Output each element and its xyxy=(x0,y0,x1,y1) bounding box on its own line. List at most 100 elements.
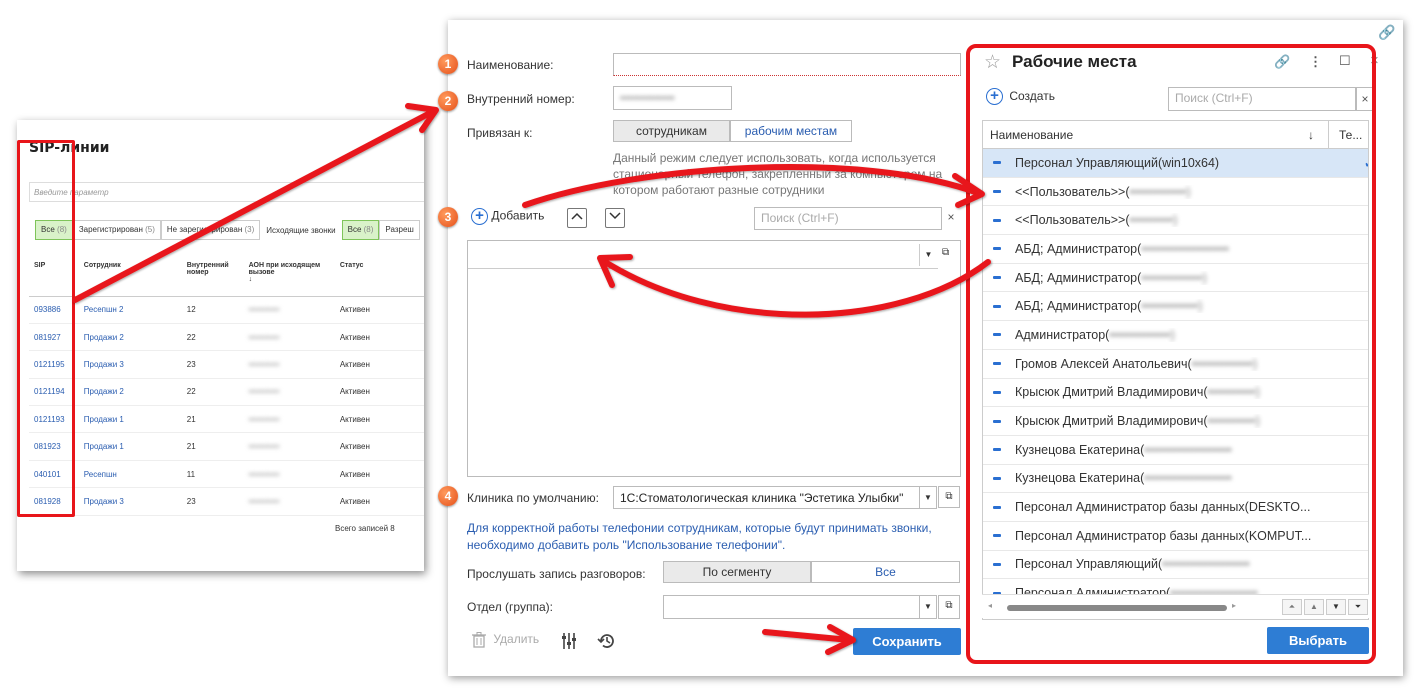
bound-hint: Данный режим следует использовать, когда… xyxy=(613,151,943,197)
history-icon[interactable] xyxy=(597,631,617,656)
employee-cell[interactable]: Продажи 3 xyxy=(78,487,182,516)
workplaces-search-input[interactable]: Поиск (Ctrl+F) xyxy=(1168,87,1356,111)
status-cell: Активен xyxy=(334,350,424,379)
create-button[interactable]: + Создать xyxy=(986,88,1055,105)
list-item[interactable]: Крысюк Дмитрий Владимирович(•••••••••••) xyxy=(983,407,1368,436)
department-dropdown-icon[interactable]: ▼ xyxy=(919,595,937,619)
settings-sliders-icon[interactable] xyxy=(560,632,578,655)
workplaces-header: Наименование ↓ Те... xyxy=(983,121,1368,149)
list-item[interactable]: Персонал Администратор базы данных(KOMPU… xyxy=(983,522,1368,551)
list-item[interactable]: АБД; Администратор(••••••••••••••) xyxy=(983,264,1368,293)
department-open-icon[interactable]: ⧉ xyxy=(938,595,960,619)
list-item[interactable]: Персонал Администратор базы данных(DESKT… xyxy=(983,493,1368,522)
list-item[interactable]: Персонал Управляющий(win10x64)✓ xyxy=(983,149,1368,178)
filter-out-all[interactable]: Все (8) xyxy=(341,220,380,240)
param-input[interactable]: Введите параметр xyxy=(29,182,424,202)
step-badge-4: 4 xyxy=(438,486,458,506)
chevron-down-icon xyxy=(609,212,621,220)
horizontal-scrollbar[interactable]: ◂ ▸ ⏶ ▲ ▼ ⏷ xyxy=(982,594,1369,618)
col-name[interactable]: Наименование xyxy=(983,128,1308,142)
link-icon[interactable]: 🔗 xyxy=(1274,54,1290,70)
clinic-dropdown-icon[interactable]: ▼ xyxy=(919,486,937,509)
col-status[interactable]: Статус xyxy=(334,258,424,297)
table-row[interactable]: 040101 Ресепшн 11 ••••••••••• Активен xyxy=(29,460,424,489)
workplaces-title: Рабочие места xyxy=(1012,52,1137,71)
list-item[interactable]: Администратор(••••••••••••••) xyxy=(983,321,1368,350)
col-aon[interactable]: АОН при исходящем вызове ↓ xyxy=(243,258,335,297)
row-dropdown-icon[interactable]: ▼ xyxy=(919,244,937,266)
link-icon[interactable]: 🔗 xyxy=(1378,24,1395,41)
list-item[interactable]: <<Пользователь>>(•••••••••••••) xyxy=(983,178,1368,207)
close-icon[interactable]: × xyxy=(1370,52,1379,69)
table-row[interactable]: 081928 Продажи 3 23 ••••••••••• Активен xyxy=(29,487,424,516)
department-select[interactable] xyxy=(663,595,920,619)
move-down-button[interactable] xyxy=(605,208,625,228)
col-employee[interactable]: Сотрудник xyxy=(78,258,182,297)
scroll-top-icon[interactable]: ⏶ xyxy=(1282,599,1302,615)
list-item[interactable]: АБД; Администратор(•••••••••••••••••••• xyxy=(983,235,1368,264)
list-item[interactable]: Кузнецова Екатерина(•••••••••••••••••••• xyxy=(983,465,1368,494)
employee-cell[interactable]: Продажи 2 xyxy=(78,323,182,352)
plus-icon: + xyxy=(471,208,488,225)
table-row[interactable]: 081927 Продажи 2 22 ••••••••••• Активен xyxy=(29,323,424,352)
aon-cell: ••••••••••• xyxy=(243,296,335,324)
internal-cell: 11 xyxy=(181,460,244,489)
item-icon xyxy=(993,333,1001,337)
name-input[interactable] xyxy=(613,53,961,76)
add-button[interactable]: + Добавить xyxy=(471,208,544,225)
employee-cell[interactable]: Продажи 1 xyxy=(78,432,182,461)
list-item[interactable]: АБД; Администратор(•••••••••••••) xyxy=(983,292,1368,322)
internal-number-label: Внутренний номер: xyxy=(467,92,575,106)
filter-allowed[interactable]: Разреш xyxy=(379,220,420,240)
clear-search-icon[interactable]: × xyxy=(1356,87,1374,111)
sip-filters: Все (8) Зарегистрирован (5) Не зарегистр… xyxy=(35,220,420,240)
select-button[interactable]: Выбрать xyxy=(1267,627,1369,654)
form-search-input[interactable]: Поиск (Ctrl+F) xyxy=(754,207,942,230)
save-button[interactable]: Сохранить xyxy=(853,628,961,655)
list-item[interactable]: Кузнецова Екатерина(•••••••••••••••••••• xyxy=(983,436,1368,465)
clear-search-icon[interactable]: × xyxy=(942,210,960,224)
scrollbar-thumb[interactable] xyxy=(1007,605,1227,611)
more-icon[interactable]: ⋮ xyxy=(1309,54,1322,70)
clinic-open-icon[interactable]: ⧉ xyxy=(938,486,960,508)
clinic-select[interactable]: 1С:Стоматологическая клиника "Эстетика У… xyxy=(613,486,921,509)
col-internal[interactable]: Внутренний номер xyxy=(181,258,244,297)
table-row[interactable]: 0121193 Продажи 1 21 ••••••••••• Активен xyxy=(29,405,424,434)
scroll-down-icon[interactable]: ▼ xyxy=(1326,599,1346,615)
employee-cell[interactable]: Ресепшн xyxy=(78,460,182,489)
row-copy-icon[interactable]: ⧉ xyxy=(942,247,949,258)
list-item[interactable]: Крысюк Дмитрий Владимирович(•••••••••••) xyxy=(983,379,1368,408)
list-item[interactable]: Громов Алексей Анатольевич(•••••••••••••… xyxy=(983,350,1368,379)
bound-employees-option[interactable]: сотрудникам xyxy=(613,120,730,142)
scroll-bottom-icon[interactable]: ⏷ xyxy=(1348,599,1368,615)
delete-button[interactable]: Удалить xyxy=(472,632,539,648)
employee-cell[interactable]: Продажи 3 xyxy=(78,350,182,379)
table-row[interactable]: 0121194 Продажи 2 22 ••••••••••• Активен xyxy=(29,378,424,407)
filter-unregistered[interactable]: Не зарегистрирован (3) xyxy=(160,220,261,240)
table-row[interactable]: 0121195 Продажи 3 23 ••••••••••• Активен xyxy=(29,350,424,379)
listen-segment-option[interactable]: По сегменту xyxy=(663,561,811,583)
list-item[interactable]: Персонал Управляющий(•••••••••••••••••••… xyxy=(983,551,1368,580)
filter-registered[interactable]: Зарегистрирован (5) xyxy=(72,220,161,240)
scroll-right-icon[interactable]: ▸ xyxy=(1232,601,1236,610)
move-up-button[interactable] xyxy=(567,208,587,228)
employee-cell[interactable]: Ресепшн 2 xyxy=(78,296,182,324)
status-cell: Активен xyxy=(334,405,424,434)
item-icon xyxy=(993,304,1001,308)
internal-number-input[interactable]: ••••••••••••• xyxy=(613,86,732,110)
employee-cell[interactable]: Продажи 2 xyxy=(78,378,182,407)
employee-cell[interactable]: Продажи 1 xyxy=(78,405,182,434)
workplaces-list[interactable]: ▼ ⧉ xyxy=(467,240,961,477)
col-tel[interactable]: Те... xyxy=(1328,121,1368,149)
list-row-editor[interactable] xyxy=(468,241,938,269)
table-row[interactable]: 081923 Продажи 1 21 ••••••••••• Активен xyxy=(29,432,424,461)
listen-all-option[interactable]: Все xyxy=(811,561,960,583)
sort-arrow-icon[interactable]: ↓ xyxy=(1308,128,1328,142)
bound-workplaces-option[interactable]: рабочим местам xyxy=(730,120,852,142)
scroll-up-icon[interactable]: ▲ xyxy=(1304,599,1324,615)
scroll-left-icon[interactable]: ◂ xyxy=(988,601,992,610)
star-icon[interactable]: ☆ xyxy=(984,51,1001,74)
list-item[interactable]: <<Пользователь>>(••••••••••) xyxy=(983,206,1368,236)
table-row[interactable]: 093886 Ресепшн 2 12 ••••••••••• Активен xyxy=(29,296,424,324)
maximize-icon[interactable]: ☐ xyxy=(1339,53,1351,69)
